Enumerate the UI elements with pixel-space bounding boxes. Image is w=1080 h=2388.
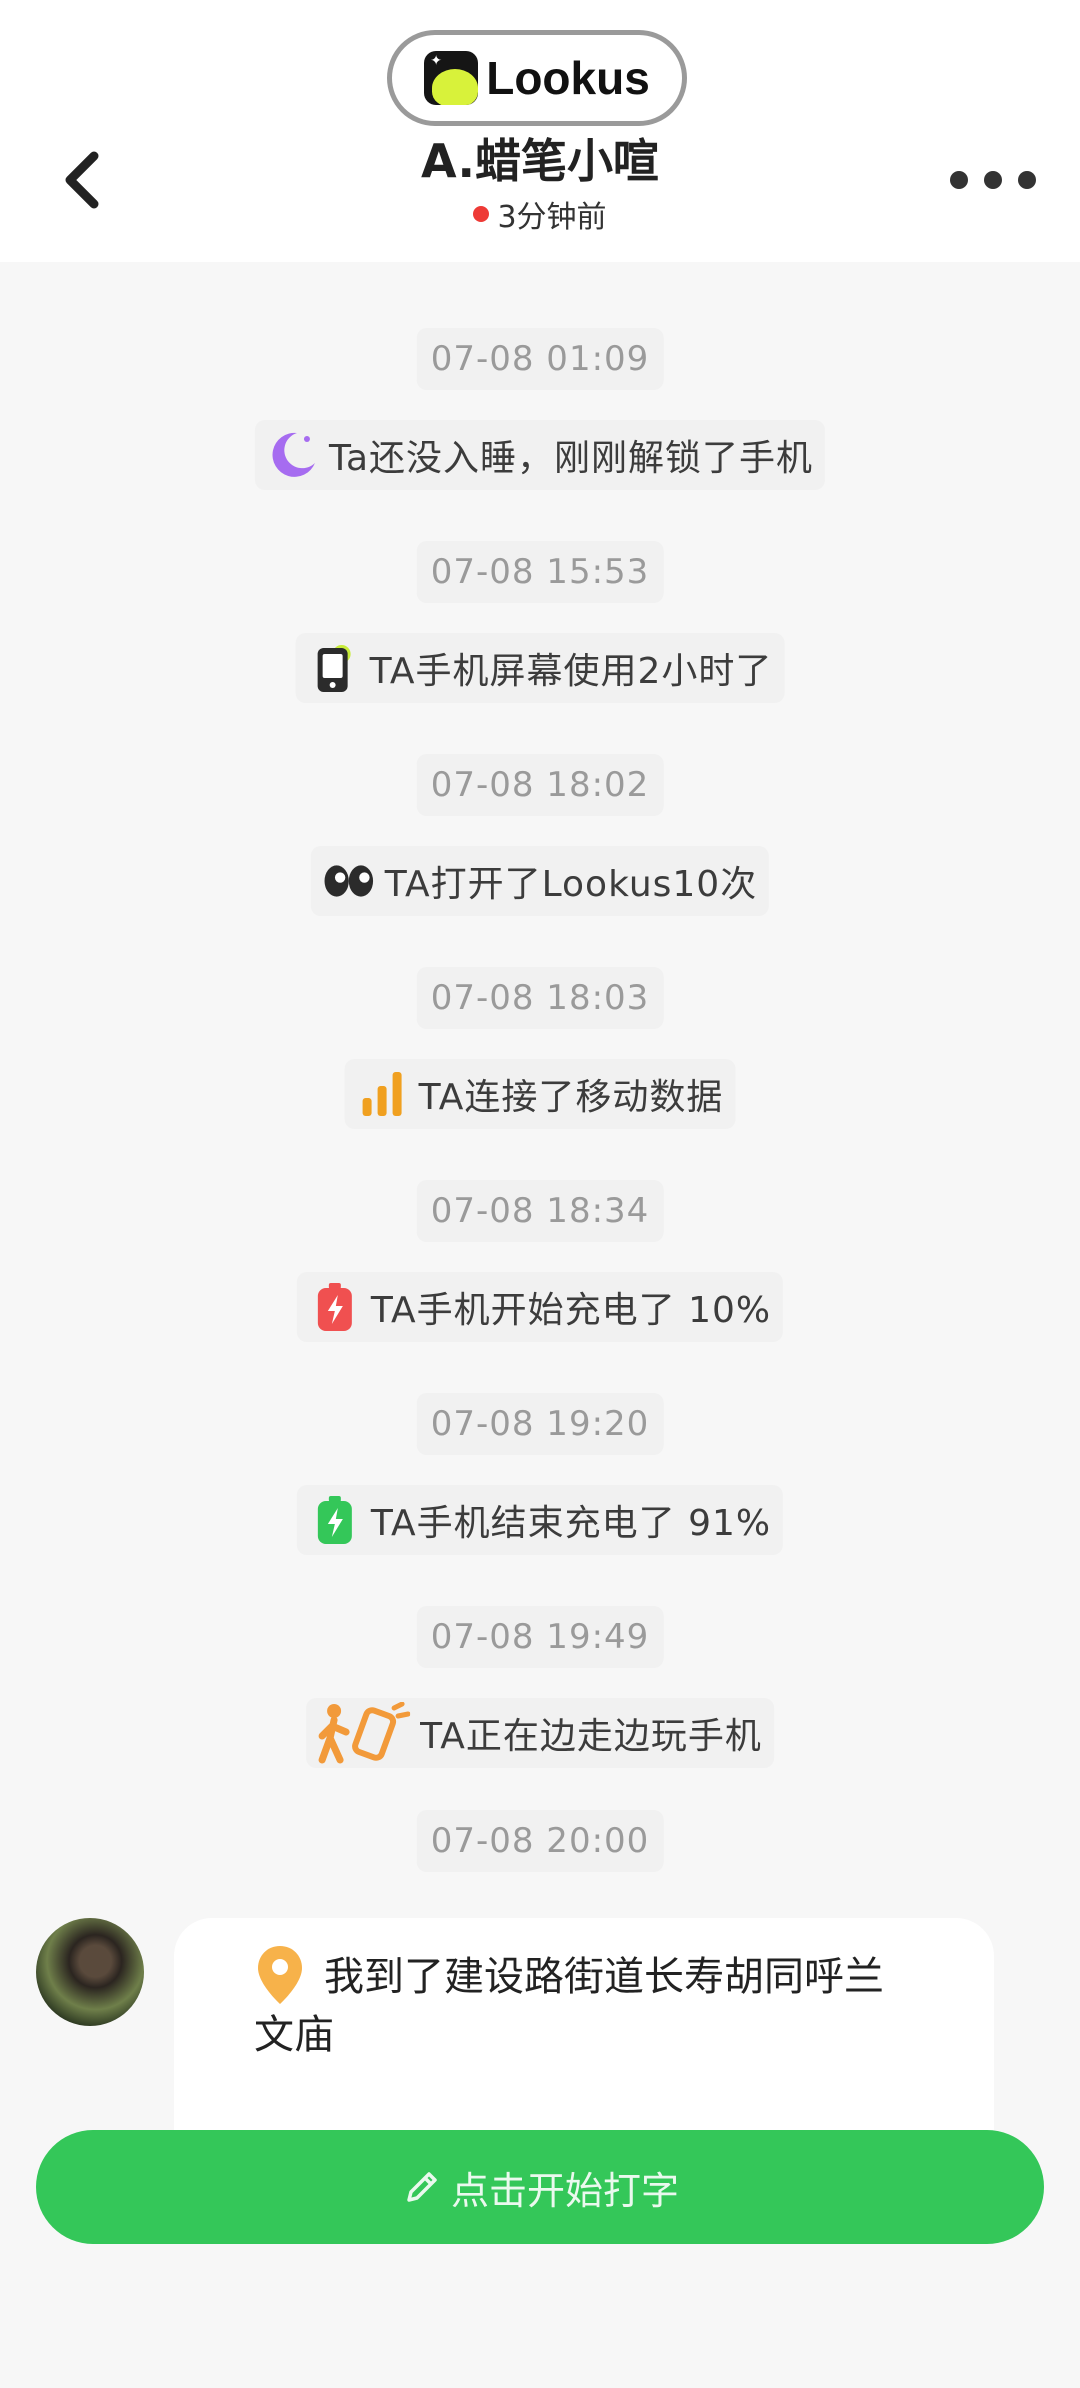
online-dot-icon <box>473 206 490 222</box>
more-options-button[interactable] <box>950 165 1036 195</box>
timestamp: 07-08 15:53 <box>416 541 664 603</box>
timestamp: 07-08 18:34 <box>416 1180 664 1242</box>
more-dot-icon <box>984 171 1002 189</box>
phone-screen-icon <box>308 642 360 694</box>
signal-bars-icon <box>357 1068 409 1120</box>
activity-event: TA打开了Lookus10次 <box>310 846 770 916</box>
top-bar: ✦ Lookus A.蜡笔小喧 3分钟前 <box>0 0 1080 262</box>
battery-charging-green-icon <box>309 1494 361 1546</box>
contact-avatar[interactable] <box>36 1918 144 2026</box>
message-bubble: 我到了建设路街道长寿胡同呼兰文庙 <box>174 1918 994 2138</box>
walking-phone-icon <box>318 1702 411 1764</box>
start-typing-label: 点击开始打字 <box>450 2168 679 2213</box>
more-dot-icon <box>1018 171 1036 189</box>
contact-name: A.蜡笔小喧 <box>421 134 659 188</box>
message-text: 我到了建设路街道长寿胡同呼兰文庙 <box>254 1954 884 2058</box>
timestamp: 07-08 18:02 <box>416 754 664 816</box>
timestamp: 07-08 18:03 <box>416 967 664 1029</box>
more-dot-icon <box>950 171 968 189</box>
app-badge: ✦ Lookus <box>387 30 687 126</box>
activity-event: TA手机开始充电了 10% <box>296 1272 784 1342</box>
timestamp: 07-08 19:20 <box>416 1393 664 1455</box>
timestamp: 07-08 01:09 <box>416 328 664 390</box>
battery-charging-red-icon <box>309 1281 361 1333</box>
last-seen-text: 3分钟前 <box>497 200 607 235</box>
pencil-icon <box>407 2172 437 2202</box>
activity-event: TA手机屏幕使用2小时了 <box>295 633 785 703</box>
app-name: Lookus <box>486 52 650 104</box>
timestamp: 07-08 20:00 <box>416 1810 664 1872</box>
timestamp: 07-08 19:49 <box>416 1606 664 1668</box>
moon-icon <box>267 429 319 481</box>
last-seen-status: 3分钟前 <box>0 192 1080 236</box>
eyes-icon <box>323 855 375 907</box>
activity-event: Ta还没入睡，刚刚解锁了手机 <box>254 420 826 490</box>
start-typing-button[interactable]: 点击开始打字 <box>36 2130 1044 2244</box>
lookus-logo-icon: ✦ <box>424 51 479 105</box>
activity-event: TA正在边走边玩手机 <box>306 1698 774 1768</box>
activity-event: TA连接了移动数据 <box>344 1059 736 1129</box>
activity-event: TA手机结束充电了 91% <box>296 1485 784 1555</box>
